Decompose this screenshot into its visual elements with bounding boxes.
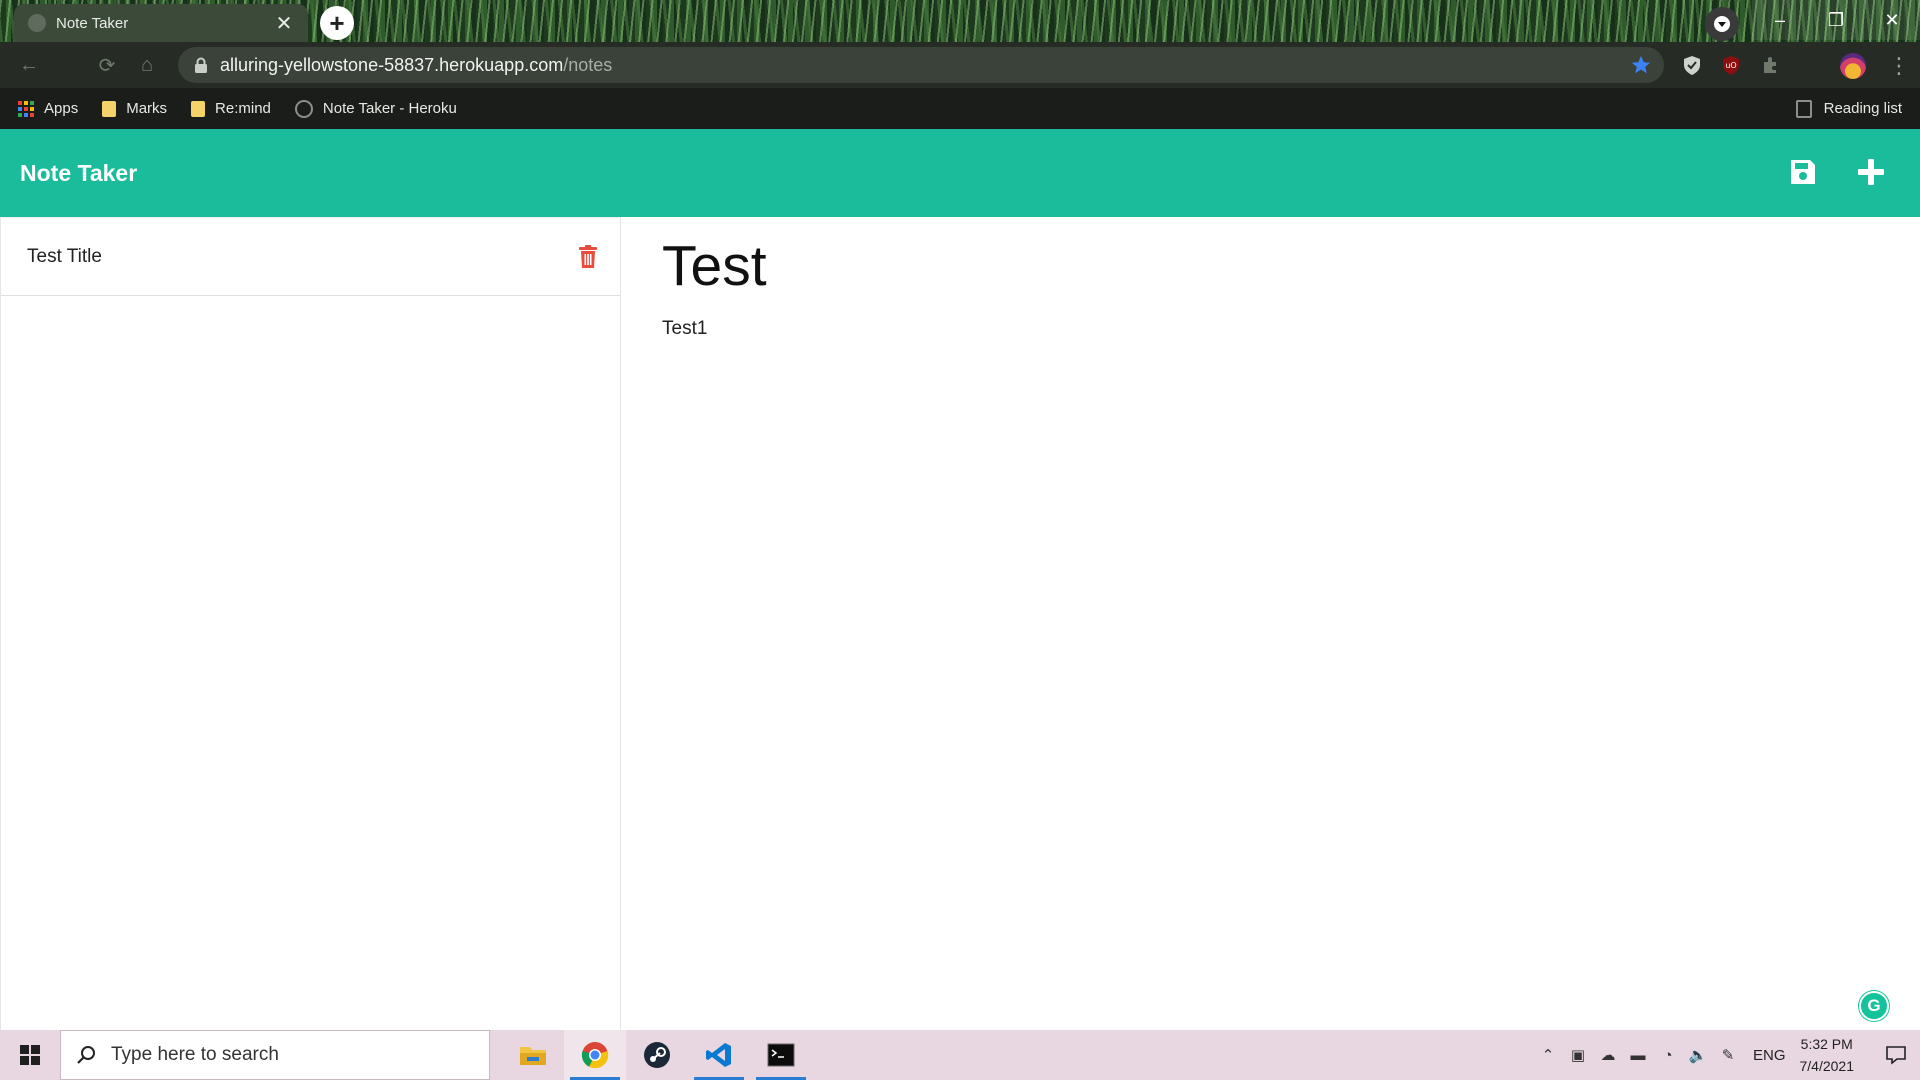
svg-text:uO: uO	[1725, 61, 1736, 70]
vscode-icon[interactable]	[688, 1030, 750, 1080]
app-navbar: Note Taker	[0, 129, 1920, 217]
ublock-extension-icon[interactable]: uO	[1720, 54, 1742, 76]
browser-chrome: Note Taker ✕ + – ❐ ✕ ← ⟳ ⌂ alluring-yell…	[0, 0, 1920, 129]
start-button[interactable]	[0, 1030, 60, 1080]
tab-close-icon[interactable]: ✕	[274, 11, 294, 36]
clock[interactable]: 5:32 PM 7/4/2021	[1800, 1033, 1855, 1077]
app-brand[interactable]: Note Taker	[20, 160, 137, 187]
taskbar-search-input[interactable]: Type here to search	[60, 1030, 490, 1080]
reading-list-icon	[1795, 99, 1812, 118]
wifi-icon[interactable]: ◔	[1657, 1044, 1679, 1066]
minimize-button[interactable]: –	[1752, 0, 1808, 40]
bookmarks-bar: Apps Marks Re:mind Note Taker - Heroku R…	[0, 88, 1920, 129]
bookmark-marks[interactable]: Marks	[102, 100, 167, 117]
terminal-icon[interactable]	[750, 1030, 812, 1080]
address-bar[interactable]: alluring-yellowstone-58837.herokuapp.com…	[178, 47, 1664, 83]
list-item[interactable]: Test Title	[1, 217, 620, 296]
grammarly-button[interactable]: G	[1859, 991, 1889, 1021]
taskbar-apps	[502, 1030, 812, 1080]
browser-toolbar: ← ⟳ ⌂ alluring-yellowstone-58837.herokua…	[0, 42, 1920, 88]
notifications-icon[interactable]	[1872, 1030, 1920, 1080]
note-editor: Test Test1	[622, 217, 1920, 1030]
tab-strip: Note Taker ✕ + – ❐ ✕	[0, 0, 1920, 42]
steam-icon[interactable]	[626, 1030, 688, 1080]
reload-icon[interactable]: ⟳	[92, 50, 122, 80]
bookmark-label: Marks	[126, 100, 168, 117]
download-extension-icon[interactable]	[1705, 7, 1739, 41]
tab-title: Note Taker	[56, 14, 129, 32]
save-note-icon[interactable]	[1788, 155, 1818, 189]
folder-icon	[102, 100, 117, 117]
url-host: alluring-yellowstone-58837.herokuapp.com	[220, 54, 564, 75]
bookmark-star-icon[interactable]	[1630, 54, 1652, 76]
browser-menu-icon[interactable]: ⋮	[1888, 55, 1910, 77]
url-path: /notes	[563, 54, 613, 75]
bookmark-label: Apps	[44, 100, 79, 117]
volume-icon[interactable]: 🔈	[1687, 1044, 1709, 1066]
shield-extension-icon[interactable]	[1681, 54, 1703, 76]
lock-icon	[195, 57, 207, 73]
globe-icon	[294, 99, 313, 118]
restore-button[interactable]: ❐	[1808, 0, 1864, 40]
note-text-area[interactable]: Test1	[662, 318, 1920, 340]
windows-taskbar: Type here to search ⌃ ▣ ☁ ▬ ◔ 🔈 ✎ ENG 5:…	[0, 1030, 1920, 1080]
chevron-up-icon[interactable]: ⌃	[1537, 1044, 1559, 1066]
chrome-icon[interactable]	[564, 1030, 626, 1080]
search-icon	[77, 1046, 95, 1064]
profile-avatar[interactable]	[1840, 53, 1866, 79]
apps-grid-icon	[18, 100, 34, 117]
back-icon[interactable]: ←	[14, 50, 44, 80]
search-placeholder: Type here to search	[111, 1044, 279, 1065]
note-list: Test Title	[0, 217, 621, 1030]
note-actions	[1788, 155, 1886, 189]
meet-now-icon[interactable]: ▣	[1567, 1044, 1589, 1066]
tab-note-taker[interactable]: Note Taker ✕	[14, 4, 308, 42]
window-controls: – ❐ ✕	[1752, 0, 1920, 40]
note-title-input[interactable]: Test	[662, 235, 1920, 298]
reading-list-button[interactable]: Reading list	[1795, 88, 1902, 129]
bookmark-note-taker-heroku[interactable]: Note Taker - Heroku	[294, 99, 457, 118]
onedrive-cloud-icon[interactable]: ☁	[1597, 1044, 1619, 1066]
tab-favicon-icon	[28, 14, 46, 32]
new-note-icon[interactable]	[1856, 155, 1886, 189]
file-explorer-icon[interactable]	[502, 1030, 564, 1080]
bookmark-label: Note Taker - Heroku	[322, 100, 457, 117]
home-icon[interactable]: ⌂	[132, 50, 162, 80]
language-indicator[interactable]: ENG	[1753, 1047, 1786, 1064]
system-tray: ⌃ ▣ ☁ ▬ ◔ 🔈 ✎ ENG 5:32 PM 7/4/2021	[1533, 1030, 1920, 1080]
battery-icon[interactable]: ▬	[1627, 1044, 1649, 1066]
folder-icon	[191, 100, 206, 117]
bookmark-remind[interactable]: Re:mind	[191, 100, 271, 117]
clock-date: 7/4/2021	[1799, 1058, 1855, 1074]
note-item-title: Test Title	[27, 245, 102, 267]
pen-workspace-icon[interactable]: ✎	[1717, 1044, 1739, 1066]
reading-list-label: Reading list	[1823, 100, 1902, 117]
extensions-puzzle-icon[interactable]	[1760, 54, 1782, 76]
bookmark-label: Re:mind	[215, 100, 271, 117]
bookmark-apps[interactable]: Apps	[18, 100, 78, 117]
close-window-button[interactable]: ✕	[1864, 0, 1920, 40]
notes-page: Test Title Test Test1	[0, 217, 1920, 1030]
trash-icon[interactable]	[578, 244, 598, 269]
new-tab-button[interactable]: +	[320, 6, 354, 40]
clock-time: 5:32 PM	[1800, 1036, 1853, 1052]
windows-logo-icon	[20, 1045, 40, 1065]
